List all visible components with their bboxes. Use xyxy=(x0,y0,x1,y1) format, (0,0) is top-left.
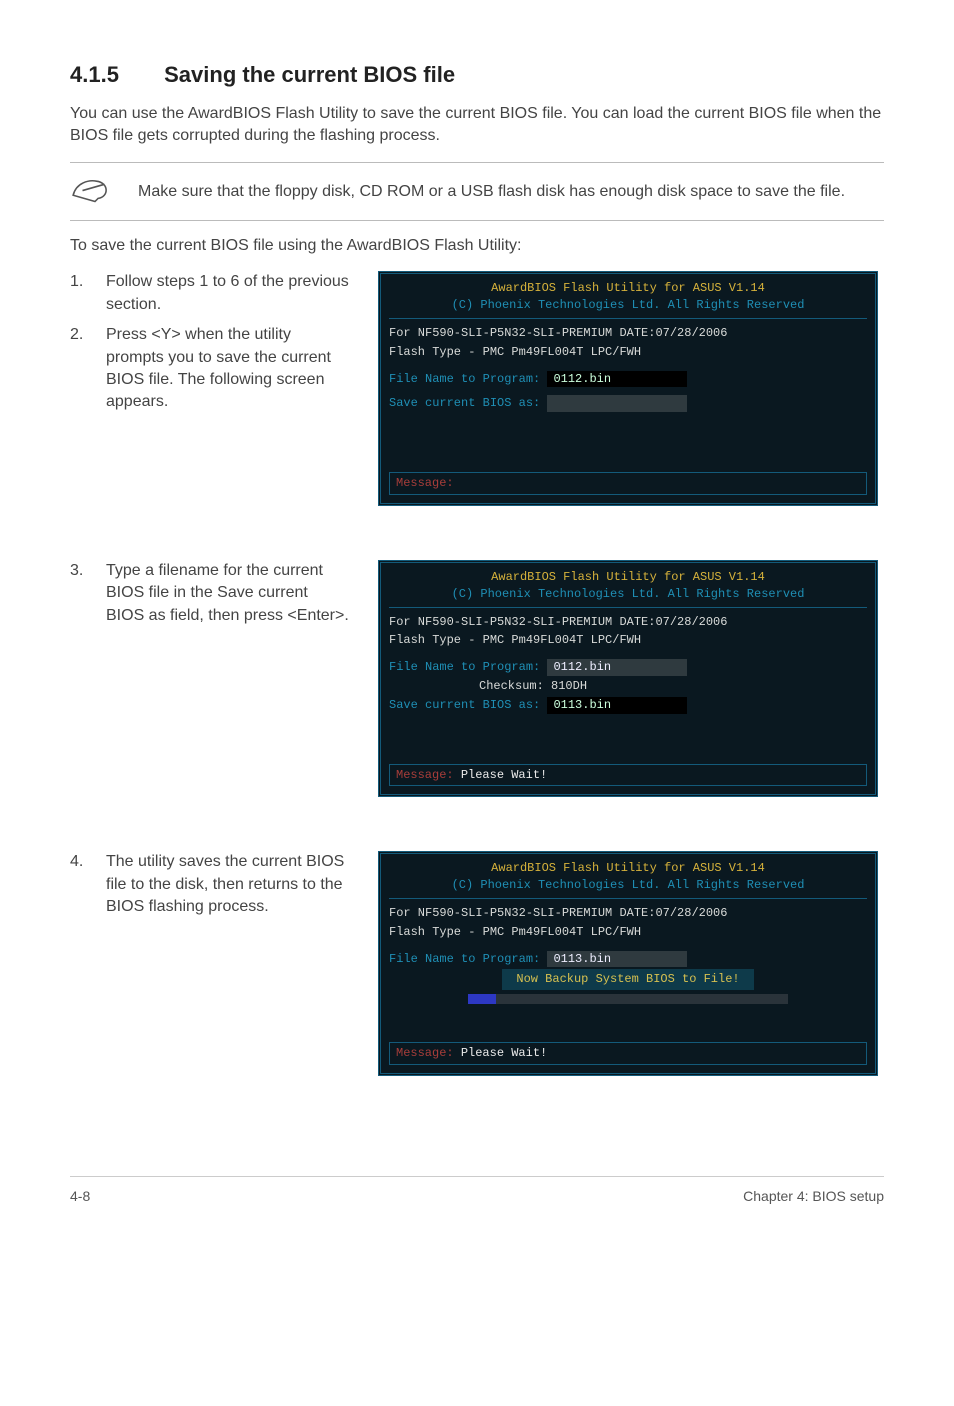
checksum-value: 810DH xyxy=(551,679,587,693)
save-bios-label: Save current BIOS as: xyxy=(389,396,540,410)
step-block-2: 3. Type a filename for the current BIOS … xyxy=(70,560,884,837)
save-bios-value: 0113.bin xyxy=(547,697,687,714)
bios-copyright: (C) Phoenix Technologies Ltd. All Rights… xyxy=(389,297,867,314)
message-label: Message: xyxy=(396,476,454,490)
message-text: Please Wait! xyxy=(461,768,547,782)
divider xyxy=(70,220,884,221)
checksum-label: Checksum: xyxy=(479,679,544,693)
bios-flash-type: Flash Type - PMC Pm49FL004T LPC/FWH xyxy=(389,924,867,941)
divider xyxy=(70,162,884,163)
step-block-1: 1. Follow steps 1 to 6 of the previous s… xyxy=(70,271,884,546)
file-program-label: File Name to Program: xyxy=(389,372,540,386)
bios-copyright: (C) Phoenix Technologies Ltd. All Rights… xyxy=(389,877,867,894)
file-program-value: 0112.bin xyxy=(547,371,687,388)
bios-title: AwardBIOS Flash Utility for ASUS V1.14 xyxy=(389,569,867,586)
note-icon xyxy=(70,173,120,212)
bios-flash-type: Flash Type - PMC Pm49FL004T LPC/FWH xyxy=(389,344,867,361)
step-item: 4. The utility saves the current BIOS fi… xyxy=(70,851,350,918)
chapter-label: Chapter 4: BIOS setup xyxy=(743,1187,884,1207)
note-block: Make sure that the floppy disk, CD ROM o… xyxy=(70,169,884,214)
bios-for-line: For NF590-SLI-P5N32-SLI-PREMIUM DATE:07/… xyxy=(389,325,867,342)
bios-for-line: For NF590-SLI-P5N32-SLI-PREMIUM DATE:07/… xyxy=(389,614,867,631)
step-text: Follow steps 1 to 6 of the previous sect… xyxy=(106,271,350,316)
step-text: Press <Y> when the utility prompts you t… xyxy=(106,324,350,414)
lead-text: To save the current BIOS file using the … xyxy=(70,235,884,257)
step-item: 3. Type a filename for the current BIOS … xyxy=(70,560,350,627)
backup-msg: Now Backup System BIOS to File! xyxy=(502,969,753,990)
intro-paragraph: You can use the AwardBIOS Flash Utility … xyxy=(70,103,884,148)
file-program-label: File Name to Program: xyxy=(389,660,540,674)
bios-screen-1: AwardBIOS Flash Utility for ASUS V1.14 (… xyxy=(378,271,878,506)
file-program-value: 0113.bin xyxy=(547,951,687,968)
bios-screen-3: AwardBIOS Flash Utility for ASUS V1.14 (… xyxy=(378,851,878,1076)
page-footer: 4-8 Chapter 4: BIOS setup xyxy=(70,1176,884,1207)
page-number: 4-8 xyxy=(70,1187,90,1207)
progress-fill xyxy=(468,994,496,1004)
step-number: 1. xyxy=(70,271,106,316)
bios-title: AwardBIOS Flash Utility for ASUS V1.14 xyxy=(389,860,867,877)
bios-flash-type: Flash Type - PMC Pm49FL004T LPC/FWH xyxy=(389,632,867,649)
step-item: 1. Follow steps 1 to 6 of the previous s… xyxy=(70,271,350,316)
section-heading: 4.1.5 Saving the current BIOS file xyxy=(70,60,884,91)
save-bios-value xyxy=(547,395,687,412)
step-number: 2. xyxy=(70,324,106,414)
message-label: Message: xyxy=(396,1046,454,1060)
save-bios-label: Save current BIOS as: xyxy=(389,698,540,712)
step-number: 3. xyxy=(70,560,106,627)
bios-for-line: For NF590-SLI-P5N32-SLI-PREMIUM DATE:07/… xyxy=(389,905,867,922)
step-block-3: 4. The utility saves the current BIOS fi… xyxy=(70,851,884,1116)
progress-bar xyxy=(468,994,788,1004)
step-item: 2. Press <Y> when the utility prompts yo… xyxy=(70,324,350,414)
section-number: 4.1.5 xyxy=(70,60,158,91)
note-text: Make sure that the floppy disk, CD ROM o… xyxy=(138,181,845,203)
bios-title: AwardBIOS Flash Utility for ASUS V1.14 xyxy=(389,280,867,297)
step-number: 4. xyxy=(70,851,106,918)
file-program-value: 0112.bin xyxy=(547,659,687,676)
section-title: Saving the current BIOS file xyxy=(164,62,455,87)
message-text: Please Wait! xyxy=(461,1046,547,1060)
file-program-label: File Name to Program: xyxy=(389,952,540,966)
step-text: The utility saves the current BIOS file … xyxy=(106,851,350,918)
bios-screen-2: AwardBIOS Flash Utility for ASUS V1.14 (… xyxy=(378,560,878,797)
message-label: Message: xyxy=(396,768,454,782)
step-text: Type a filename for the current BIOS fil… xyxy=(106,560,350,627)
bios-copyright: (C) Phoenix Technologies Ltd. All Rights… xyxy=(389,586,867,603)
